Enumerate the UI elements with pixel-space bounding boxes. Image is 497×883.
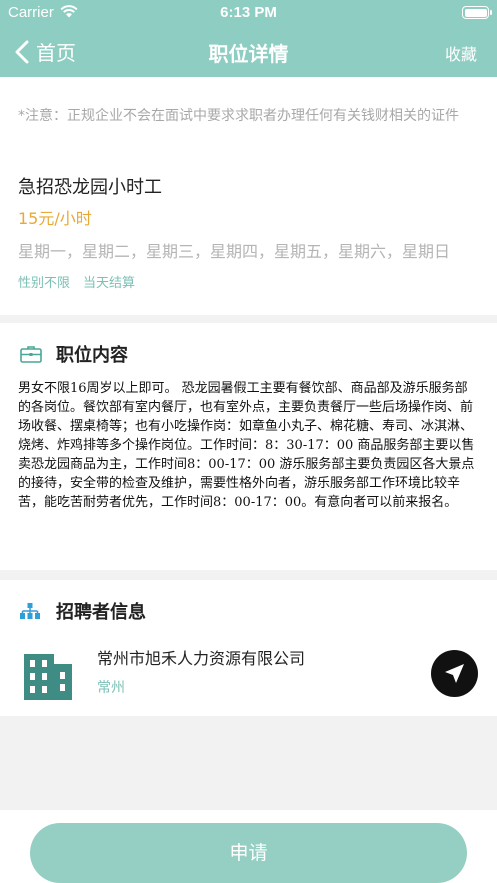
- bottom-bar: 申请: [0, 810, 497, 883]
- status-bar: Carrier 6:13 PM: [0, 0, 497, 26]
- header: Carrier 6:13 PM 首页 职位详情 收藏: [0, 0, 497, 77]
- tag-gender: 性别不限: [18, 276, 71, 291]
- chevron-left-icon: [15, 40, 29, 63]
- content-section-header: 职位内容: [20, 341, 128, 367]
- navigate-button[interactable]: [431, 650, 478, 697]
- briefcase-icon: [20, 346, 42, 363]
- back-button[interactable]: 首页: [14, 37, 76, 66]
- company-city: 常州: [97, 680, 125, 696]
- job-content-card: 职位内容 男女不限16周岁以上即可。 恐龙园暑假工主要有餐饮部、商品部及游乐服务…: [0, 323, 497, 570]
- tag-settlement: 当天结算: [83, 276, 136, 291]
- work-days: 星期一，星期二，星期三，星期四，星期五，星期六，星期日: [18, 242, 451, 261]
- company-name[interactable]: 常州市旭禾人力资源有限公司: [97, 645, 305, 669]
- apply-button[interactable]: 申请: [30, 823, 467, 883]
- job-description: 男女不限16周岁以上即可。 恐龙园暑假工主要有餐饮部、商品部及游乐服务部的各岗位…: [18, 381, 475, 510]
- safety-notice: *注意：正规企业不会在面试中要求求职者办理任何有关钱财相关的证件: [18, 108, 459, 124]
- job-tags: 性别不限 当天结算: [18, 272, 135, 291]
- job-summary-card: *注意：正规企业不会在面试中要求求职者办理任何有关钱财相关的证件 急招恐龙园小时…: [0, 77, 497, 315]
- content-section-title: 职位内容: [56, 345, 128, 366]
- nav-bar: 首页 职位详情 收藏: [0, 26, 497, 77]
- org-chart-icon: [20, 603, 40, 619]
- recruiter-section-header: 招聘者信息: [20, 598, 146, 624]
- navigation-arrow-icon: [445, 664, 464, 683]
- clock: 6:13 PM: [220, 4, 277, 21]
- favorite-button[interactable]: 收藏: [445, 41, 477, 65]
- recruiter-section-title: 招聘者信息: [56, 602, 146, 623]
- recruiter-card: 招聘者信息 常州市旭禾人力资源有限公司 常州: [0, 580, 497, 716]
- back-label: 首页: [36, 41, 76, 65]
- job-title: 急招恐龙园小时工: [18, 177, 162, 198]
- salary: 15元/小时: [18, 209, 92, 228]
- battery-icon: [462, 6, 492, 19]
- building-icon: [24, 654, 72, 700]
